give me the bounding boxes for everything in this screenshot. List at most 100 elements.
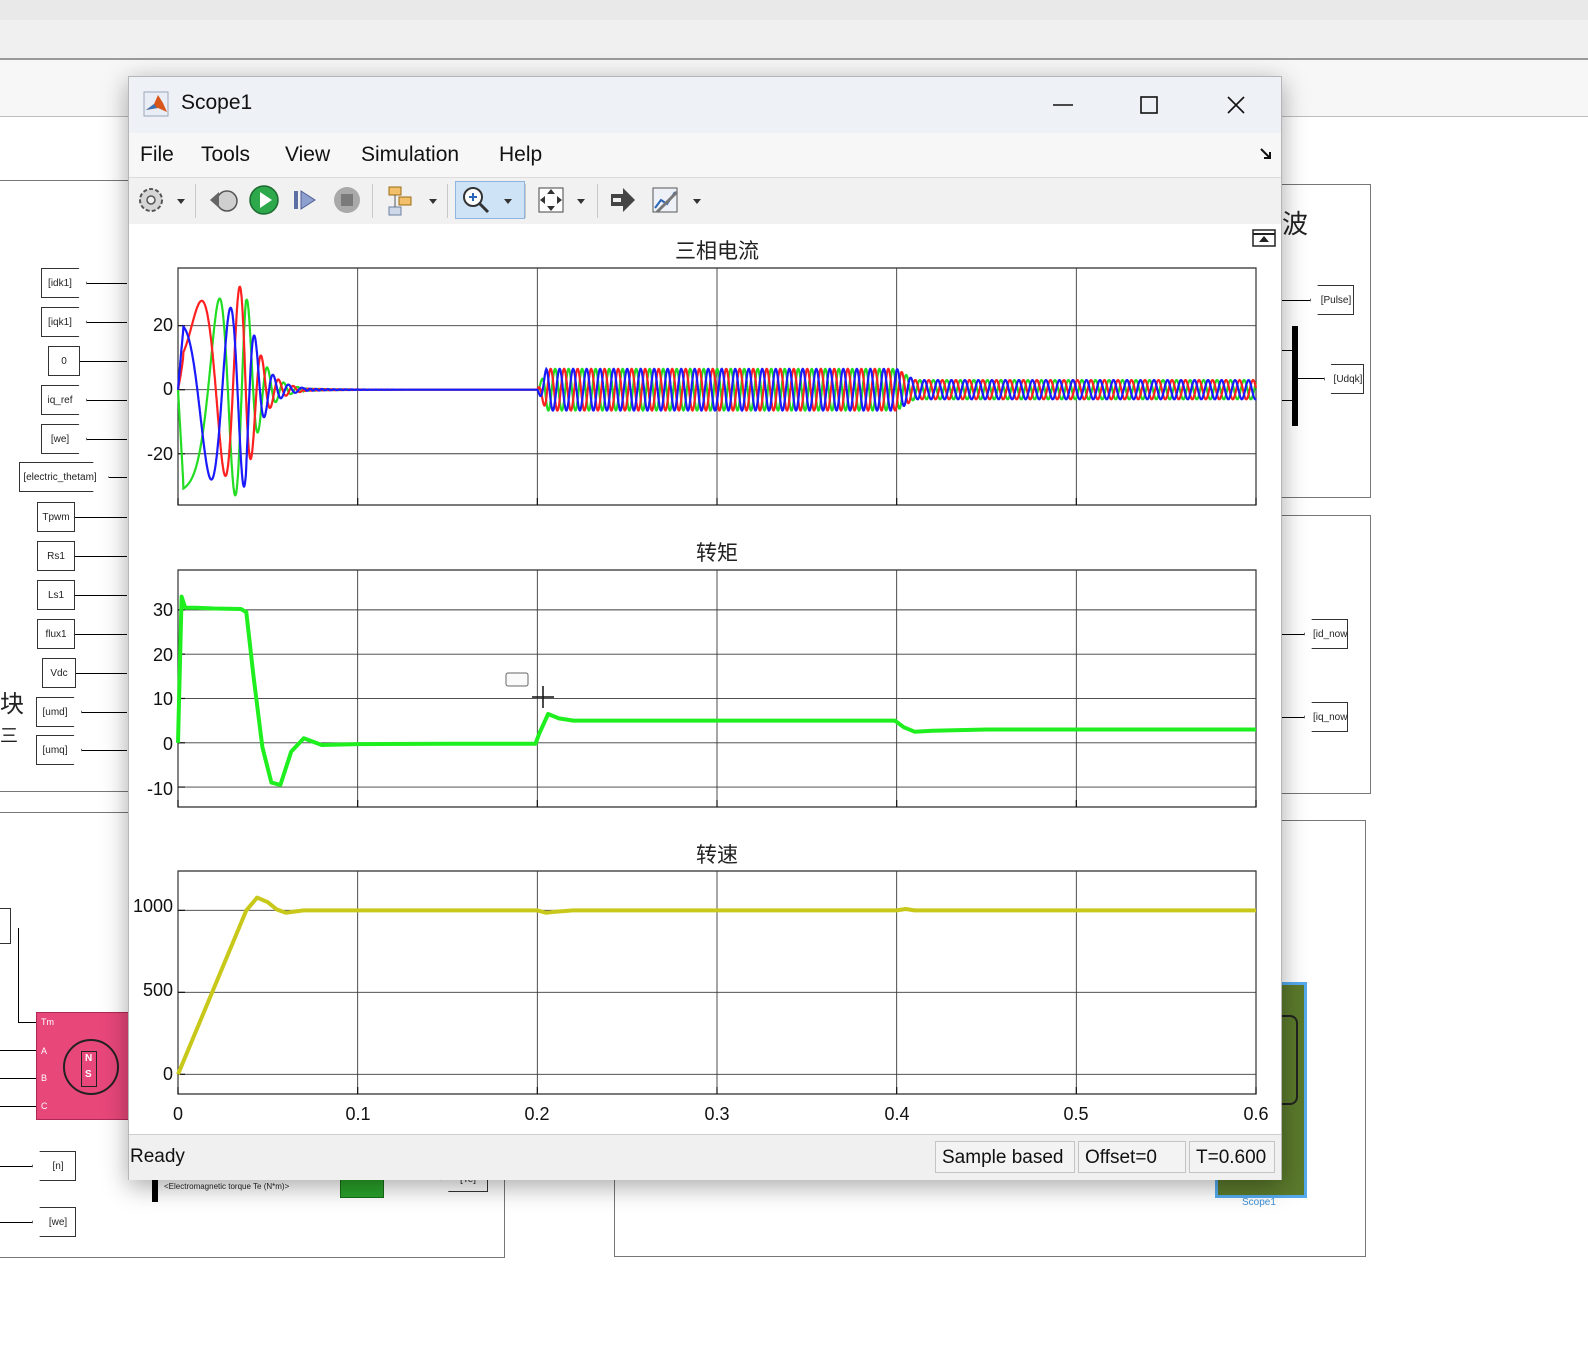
plot-title-speed: 转速	[696, 844, 738, 867]
ytick-label: 1000	[133, 896, 173, 916]
bus-selector-block[interactable]	[152, 1178, 158, 1202]
signal-line	[75, 517, 127, 518]
signal-line	[0, 1166, 32, 1167]
undock-plot-icon[interactable]	[1252, 229, 1276, 247]
side-label: 波	[1282, 210, 1309, 240]
tag-idk1[interactable]: [idk1]	[41, 268, 87, 298]
rs1-block[interactable]: Rs1	[37, 541, 75, 571]
stop-icon[interactable]	[329, 182, 365, 218]
xtick-label: 0	[173, 1104, 183, 1124]
tag-udqk[interactable]: [Udqk]	[1324, 364, 1364, 394]
tag-n[interactable]: [n]	[32, 1151, 76, 1181]
tag-iq-now[interactable]: [iq_now]	[1304, 702, 1348, 732]
chevron-down-icon[interactable]	[691, 186, 703, 216]
chevron-down-icon[interactable]	[175, 186, 187, 216]
scope1-block-label: Scope1	[1242, 1197, 1276, 1208]
xtick-label: 0.3	[704, 1104, 729, 1124]
signal-line	[87, 400, 127, 401]
bus-creator-block[interactable]	[1292, 326, 1298, 426]
step-forward-icon[interactable]	[287, 182, 323, 218]
zoom-in-icon[interactable]	[458, 182, 494, 218]
measure-subsystem-box[interactable]	[1278, 515, 1371, 794]
signal-line	[109, 477, 127, 478]
close-button[interactable]	[1212, 85, 1260, 125]
tpwm-block[interactable]: Tpwm	[37, 502, 75, 532]
plot-area[interactable]: 三相电流 转矩 转速 20 0 -20 30 20 10 0 -10 1000 …	[129, 224, 1281, 1134]
magnet-icon: N S	[81, 1051, 97, 1087]
ytick-label: 20	[153, 645, 173, 665]
status-bar: Ready Sample based Offset=0 T=0.600	[129, 1134, 1281, 1180]
scope-window[interactable]: Scope1 File Tools View Simulation Help 三…	[128, 76, 1282, 1180]
signal-line	[76, 673, 127, 674]
toolbar-separator	[372, 184, 373, 218]
expand-toolstrip-icon[interactable]	[1259, 147, 1273, 161]
partial-block[interactable]	[0, 908, 11, 944]
xtick-label: 0.5	[1063, 1104, 1088, 1124]
minimize-button[interactable]	[1039, 85, 1087, 125]
signal-line	[75, 634, 127, 635]
tag-pulse[interactable]: [Pulse]	[1310, 285, 1354, 315]
ytick-label: 0	[163, 734, 173, 754]
tag-umq[interactable]: [umq]	[36, 735, 82, 765]
magnet-n-label: N	[85, 1053, 93, 1064]
gain-block[interactable]	[340, 1178, 384, 1198]
title-bar[interactable]: Scope1	[129, 77, 1281, 133]
ytick-label: -20	[147, 444, 173, 464]
signal-line	[0, 1050, 36, 1051]
xtick-label: 0.4	[884, 1104, 909, 1124]
signal-line	[0, 1106, 36, 1107]
vdc-block[interactable]: Vdc	[42, 658, 76, 688]
ytick-label: 500	[143, 980, 173, 1000]
plot-title-currents: 三相电流	[675, 240, 759, 263]
chevron-down-icon[interactable]	[502, 186, 514, 216]
menu-file[interactable]: File	[140, 143, 174, 167]
signal-line	[0, 1078, 36, 1079]
port-label: Tm	[41, 1017, 54, 1027]
background-toolstrip	[0, 20, 1588, 60]
ls1-block[interactable]: Ls1	[37, 580, 75, 610]
signal-line	[87, 322, 127, 323]
xtick-label: 0.1	[345, 1104, 370, 1124]
status-time: T=0.600	[1189, 1141, 1275, 1173]
datatip-marker-icon	[505, 672, 529, 687]
tag-we[interactable]: [we]	[41, 424, 87, 454]
signal-line	[87, 439, 127, 440]
step-back-icon[interactable]	[205, 182, 241, 218]
signal-line	[1282, 400, 1292, 401]
port-label: C	[41, 1101, 48, 1111]
scope-plots[interactable]: 三相电流 转矩 转速 20 0 -20 30 20 10 0 -10 1000 …	[129, 224, 1281, 1134]
ytick-label: 0	[163, 379, 173, 399]
tag-iq-ref[interactable]: iq_ref	[41, 385, 87, 415]
ytick-label: 0	[163, 1064, 173, 1084]
window-title: Scope1	[181, 91, 253, 114]
tag-we-out[interactable]: [we]	[32, 1207, 76, 1237]
chevron-down-icon[interactable]	[575, 186, 587, 216]
menu-view[interactable]: View	[285, 143, 330, 167]
run-icon[interactable]	[246, 182, 282, 218]
tag-iqk1[interactable]: [iqk1]	[41, 307, 87, 337]
tag-id-now[interactable]: [id_now]	[1304, 619, 1348, 649]
autoscale-icon[interactable]	[533, 182, 569, 218]
menu-help[interactable]: Help	[499, 143, 542, 167]
maximize-button[interactable]	[1125, 85, 1173, 125]
settings-icon[interactable]	[133, 182, 169, 218]
menu-tools[interactable]: Tools	[201, 143, 250, 167]
ytick-label: -10	[147, 779, 173, 799]
tag-electric-thetam[interactable]: [electric_thetam]	[19, 462, 109, 492]
menu-bar: File Tools View Simulation Help	[129, 133, 1281, 177]
xtick-label: 0.2	[524, 1104, 549, 1124]
highlight-block-icon[interactable]	[383, 182, 419, 218]
chevron-down-icon[interactable]	[427, 186, 439, 216]
pmsm-motor-block[interactable]: Tm A B C N S	[36, 1012, 130, 1120]
measurements-icon[interactable]	[647, 182, 683, 218]
constant-block[interactable]: 0	[48, 346, 80, 376]
ytick-label: 30	[153, 600, 173, 620]
toolbar-separator	[447, 184, 448, 218]
flux1-block[interactable]: flux1	[37, 619, 75, 649]
menu-simulation[interactable]: Simulation	[361, 143, 459, 167]
tag-umd[interactable]: [umd]	[36, 697, 82, 727]
matlab-logo-icon	[143, 91, 169, 117]
restore-layout-icon[interactable]	[605, 182, 641, 218]
side-label: 块	[0, 690, 24, 718]
signal-line	[82, 712, 127, 713]
